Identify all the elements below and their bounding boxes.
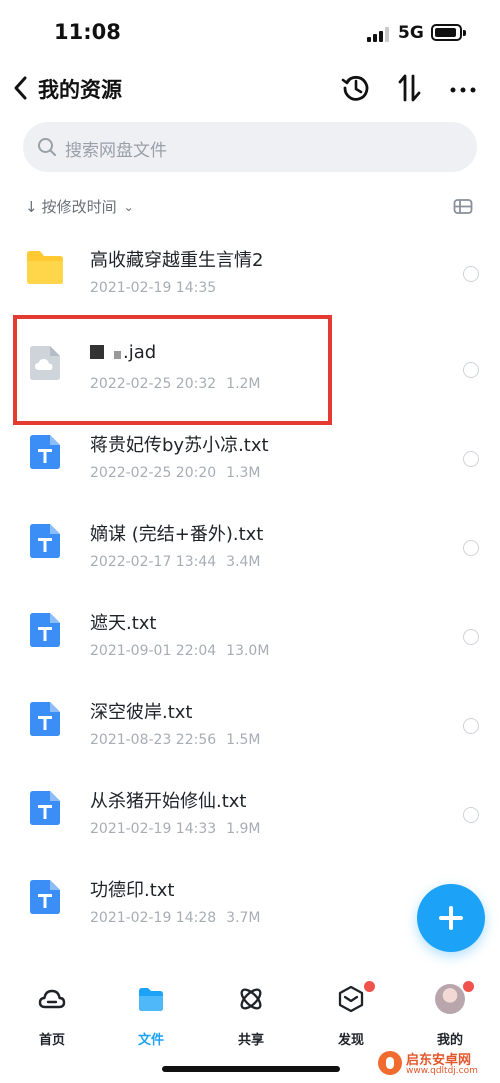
nav-label: 文件: [137, 1033, 164, 1048]
status-bar: 11:08 5G: [0, 0, 500, 66]
app-header: 我的资源: [0, 66, 500, 110]
file-name: 深空彼岸.txt: [90, 702, 193, 723]
view-mode-icon[interactable]: [453, 198, 473, 216]
file-size: 1.9M: [226, 821, 261, 837]
file-name: 高收藏穿越重生言情2: [90, 250, 264, 271]
notification-badge: [463, 981, 474, 992]
file-size: 1.2M: [226, 376, 261, 392]
file-date: 2021-02-19 14:33: [90, 821, 217, 837]
file-name: 蒋贵妃传by苏小凉.txt: [90, 435, 269, 456]
status-time: 11:08: [54, 20, 121, 44]
watermark-url: www.qdltdj.com: [406, 1066, 478, 1076]
notification-badge: [364, 981, 375, 992]
home-cloud-icon: [38, 989, 66, 1009]
txt-file-icon: [30, 524, 60, 558]
file-date: 2021-02-19 14:35: [90, 280, 217, 296]
txt-file-icon: [30, 702, 60, 736]
watermark-logo-icon: [378, 1051, 402, 1075]
sort-order-button[interactable]: ↓ 按修改时间 ⌄: [25, 196, 134, 217]
file-size: 1.3M: [226, 465, 261, 481]
select-checkbox[interactable]: [463, 451, 479, 467]
txt-file-icon: [30, 613, 60, 647]
home-indicator: [162, 1066, 340, 1072]
watermark: 启东安卓网 www.qdltdj.com: [378, 1047, 498, 1081]
cellular-signal-icon: [367, 26, 391, 42]
sort-row: ↓ 按修改时间 ⌄: [0, 192, 500, 224]
search-icon: [38, 138, 56, 156]
txt-file-icon: [30, 435, 60, 469]
select-checkbox[interactable]: [463, 718, 479, 734]
avatar: [435, 984, 465, 1014]
nav-item-discover[interactable]: 发现: [311, 981, 391, 1048]
nav-label: 我的: [436, 1033, 463, 1048]
txt-file-icon: [30, 791, 60, 825]
add-fab-button[interactable]: [417, 884, 485, 952]
file-name: 嫡谋 (完结+番外).txt: [90, 524, 264, 545]
select-checkbox[interactable]: [463, 540, 479, 556]
sort-label: 按修改时间: [41, 198, 117, 216]
file-size: 3.4M: [226, 554, 261, 570]
network-type: 5G: [398, 23, 424, 43]
file-date: 2021-02-19 14:28: [90, 910, 217, 926]
nav-item-share[interactable]: 共享: [211, 985, 291, 1048]
txt-file-icon: [30, 880, 60, 914]
redacted-block-icon: [114, 351, 121, 359]
sort-arrows-icon[interactable]: [392, 70, 428, 106]
file-meta: 2022-02-25 20:20 1.3M: [90, 465, 261, 481]
file-size: 1.5M: [226, 732, 261, 748]
nav-item-home[interactable]: 首页: [12, 985, 92, 1048]
nav-label: 发现: [337, 1033, 364, 1048]
redacted-block-icon: [90, 345, 104, 359]
more-options-icon[interactable]: [446, 70, 482, 106]
battery-icon: [431, 24, 466, 41]
file-size: 13.0M: [226, 643, 270, 659]
file-meta: 2021-09-01 22:04 13.0M: [90, 643, 269, 659]
select-checkbox[interactable]: [463, 629, 479, 645]
file-date: 2022-02-17 13:44: [90, 554, 217, 570]
file-meta: 2022-02-25 20:32 1.2M: [90, 376, 261, 392]
page-title: 我的资源: [38, 78, 122, 102]
file-row[interactable]: .jad 2022-02-25 20:32 1.2M: [0, 318, 500, 406]
file-row[interactable]: 嫡谋 (完结+番外).txt 2022-02-17 13:44 3.4M: [0, 496, 500, 584]
file-meta: 2021-02-19 14:35: [90, 280, 216, 296]
file-row[interactable]: 遮天.txt 2021-09-01 22:04 13.0M: [0, 585, 500, 673]
file-meta: 2021-02-19 14:28 3.7M: [90, 910, 261, 926]
file-row[interactable]: 高收藏穿越重生言情2 2021-02-19 14:35: [0, 222, 500, 310]
file-date: 2022-02-25 20:32: [90, 376, 217, 392]
back-arrow-icon[interactable]: [10, 72, 32, 104]
file-meta: 2021-08-23 22:56 1.5M: [90, 732, 261, 748]
folder-icon: [27, 251, 63, 284]
nav-label: 共享: [237, 1033, 264, 1048]
file-meta: 2022-02-17 13:44 3.4M: [90, 554, 261, 570]
nav-item-me[interactable]: 我的: [410, 981, 490, 1048]
search-placeholder: 搜索网盘文件: [65, 141, 167, 161]
chevron-down-icon: ⌄: [123, 199, 134, 214]
nav-label: 首页: [38, 1033, 65, 1048]
search-input[interactable]: 搜索网盘文件: [23, 122, 477, 172]
file-name: 遮天.txt: [90, 613, 157, 634]
select-checkbox[interactable]: [463, 362, 479, 378]
share-atom-icon: [240, 988, 262, 1010]
file-date: 2021-09-01 22:04: [90, 643, 217, 659]
file-size: 3.7M: [226, 910, 261, 926]
file-name: .jad: [90, 342, 156, 363]
file-name: 功德印.txt: [90, 880, 175, 901]
file-row[interactable]: 深空彼岸.txt 2021-08-23 22:56 1.5M: [0, 674, 500, 762]
sort-direction-icon: ↓: [25, 197, 38, 216]
file-row[interactable]: 从杀猪开始修仙.txt 2021-02-19 14:33 1.9M: [0, 763, 500, 851]
select-checkbox[interactable]: [463, 266, 479, 282]
nav-item-files[interactable]: 文件: [111, 985, 191, 1048]
file-meta: 2021-02-19 14:33 1.9M: [90, 821, 261, 837]
file-date: 2021-08-23 22:56: [90, 732, 217, 748]
file-row[interactable]: 蒋贵妃传by苏小凉.txt 2022-02-25 20:20 1.3M: [0, 407, 500, 495]
history-clock-icon[interactable]: [338, 70, 374, 106]
file-date: 2022-02-25 20:20: [90, 465, 217, 481]
cloud-file-icon: [30, 346, 60, 380]
select-checkbox[interactable]: [463, 807, 479, 823]
folder-tab-icon: [139, 988, 163, 1011]
file-name: 从杀猪开始修仙.txt: [90, 791, 247, 812]
discover-box-icon: [338, 985, 364, 1013]
